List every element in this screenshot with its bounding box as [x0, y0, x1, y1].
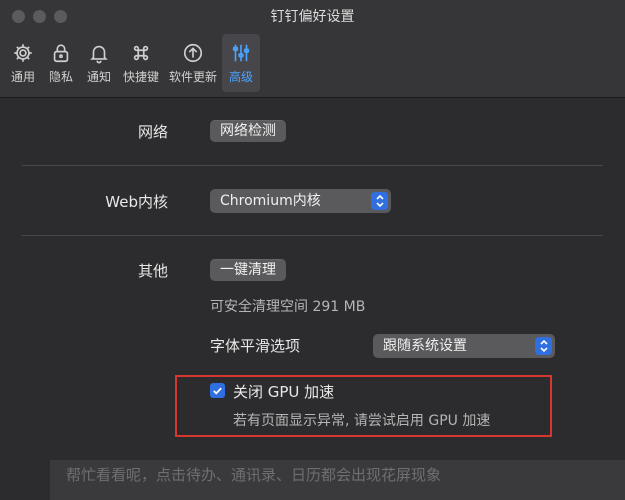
- tab-shortcuts[interactable]: 快捷键: [118, 34, 164, 92]
- bell-icon: [88, 38, 110, 68]
- web-engine-select[interactable]: Chromium内核: [210, 189, 391, 213]
- tab-notifications[interactable]: 通知: [80, 34, 118, 92]
- tab-label: 高级: [229, 70, 254, 84]
- divider: [22, 235, 603, 236]
- gear-icon: [12, 38, 34, 68]
- select-arrows-icon: [535, 337, 552, 355]
- tab-label: 隐私: [48, 70, 73, 84]
- toolbar: 钉钉偏好设置 通用 隐私 通知 快捷键 软件更新 高级: [0, 0, 625, 98]
- network-label: 网络: [137, 123, 168, 141]
- clean-space-info: 可安全清理空间 291 MB: [210, 299, 366, 315]
- font-smoothing-label: 字体平滑选项: [210, 337, 301, 355]
- web-engine-label: Web内核: [105, 193, 168, 211]
- tab-privacy[interactable]: 隐私: [42, 34, 80, 92]
- tab-software-update[interactable]: 软件更新: [164, 34, 222, 92]
- one-click-clean-button[interactable]: 一键清理: [210, 259, 286, 281]
- web-engine-selected-value: Chromium内核: [220, 193, 321, 209]
- background-chat-text: 帮忙看看呢，点击待办、通讯录、日历都会出现花屏现象: [50, 460, 625, 500]
- command-icon: [130, 38, 152, 68]
- tab-general[interactable]: 通用: [4, 34, 42, 92]
- tab-advanced[interactable]: 高级: [222, 34, 261, 92]
- tab-label: 软件更新: [169, 70, 218, 84]
- preferences-window: 钉钉偏好设置 通用 隐私 通知 快捷键 软件更新 高级 网络 网络检测 Web内…: [0, 0, 625, 500]
- font-smoothing-select[interactable]: 跟随系统设置: [373, 334, 555, 358]
- arrow-up-circle-icon: [182, 38, 204, 68]
- other-label: 其他: [137, 262, 168, 280]
- sliders-icon: [230, 38, 252, 68]
- tab-label: 快捷键: [123, 70, 160, 84]
- highlight-annotation: [175, 375, 552, 437]
- window-title: 钉钉偏好设置: [270, 9, 355, 25]
- tab-label: 通用: [10, 70, 35, 84]
- divider: [22, 165, 603, 166]
- lock-icon: [50, 38, 72, 68]
- select-arrows-icon: [371, 192, 388, 210]
- preferences-tabs: 通用 隐私 通知 快捷键 软件更新 高级: [4, 34, 261, 92]
- font-smoothing-selected-value: 跟随系统设置: [383, 338, 467, 354]
- network-check-button[interactable]: 网络检测: [210, 120, 286, 142]
- tab-label: 通知: [86, 70, 111, 84]
